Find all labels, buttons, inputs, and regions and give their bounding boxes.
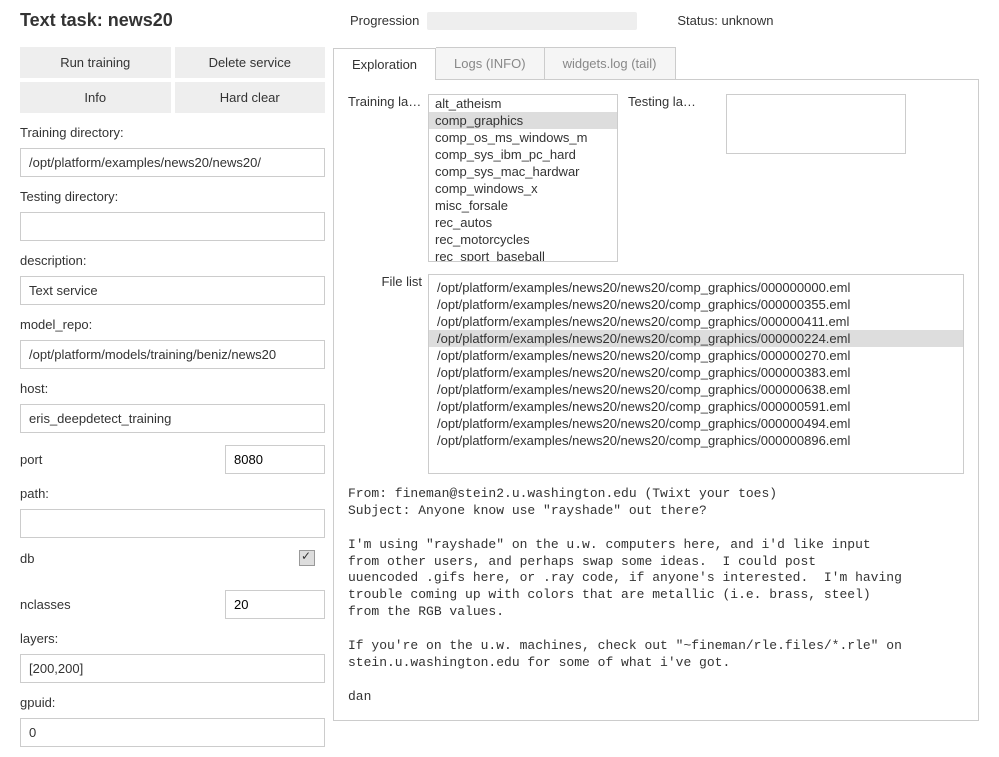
model-repo-input[interactable] [20,340,325,369]
tab-exploration[interactable]: Exploration [333,48,436,80]
training-directory-label: Training directory: [20,125,325,140]
nclasses-input[interactable] [225,590,325,619]
progress-bar [427,12,637,30]
nclasses-label: nclasses [20,597,71,612]
file-list-item[interactable]: /opt/platform/examples/news20/news20/com… [429,313,963,330]
file-list-item[interactable]: /opt/platform/examples/news20/news20/com… [429,296,963,313]
file-list-listbox[interactable]: /opt/platform/examples/news20/news20/com… [428,274,964,474]
model-repo-label: model_repo: [20,317,325,332]
file-list-item[interactable]: /opt/platform/examples/news20/news20/com… [429,279,963,296]
testing-directory-input[interactable] [20,212,325,241]
layers-input[interactable] [20,654,325,683]
training-labels-listbox[interactable]: alt_atheismcomp_graphicscomp_os_ms_windo… [428,94,618,262]
training-label-item[interactable]: comp_sys_mac_hardwar [429,163,617,180]
gpuid-input[interactable] [20,718,325,747]
run-training-button[interactable]: Run training [20,47,171,78]
training-label-item[interactable]: rec_sport_baseball [429,248,617,262]
training-label-item[interactable]: comp_os_ms_windows_m [429,129,617,146]
file-list-item[interactable]: /opt/platform/examples/news20/news20/com… [429,364,963,381]
training-label-item[interactable]: misc_forsale [429,197,617,214]
path-input[interactable] [20,509,325,538]
hard-clear-button[interactable]: Hard clear [175,82,326,113]
file-list-label: File list [348,274,428,474]
description-label: description: [20,253,325,268]
training-label-item[interactable]: comp_windows_x [429,180,617,197]
training-label-item[interactable]: rec_autos [429,214,617,231]
file-list-item[interactable]: /opt/platform/examples/news20/news20/com… [429,330,963,347]
description-input[interactable] [20,276,325,305]
delete-service-button[interactable]: Delete service [175,47,326,78]
status-text: Status: unknown [677,13,773,28]
file-list-item[interactable]: /opt/platform/examples/news20/news20/com… [429,432,963,449]
testing-directory-label: Testing directory: [20,189,325,204]
path-label: path: [20,486,325,501]
gpuid-label: gpuid: [20,695,325,710]
host-label: host: [20,381,325,396]
file-list-item[interactable]: /opt/platform/examples/news20/news20/com… [429,398,963,415]
info-button[interactable]: Info [20,82,171,113]
port-input[interactable] [225,445,325,474]
file-content-preview: From: fineman@stein2.u.washington.edu (T… [348,486,964,706]
port-label: port [20,452,42,467]
db-checkbox[interactable] [299,550,315,566]
file-list-item[interactable]: /opt/platform/examples/news20/news20/com… [429,381,963,398]
training-labels-label: Training la… [348,94,428,262]
tab-logs[interactable]: Logs (INFO) [436,47,545,79]
progression-label: Progression [350,13,419,28]
page-title: Text task: news20 [20,10,350,31]
training-label-item[interactable]: comp_graphics [429,112,617,129]
host-input[interactable] [20,404,325,433]
training-directory-input[interactable] [20,148,325,177]
training-label-item[interactable]: alt_atheism [429,95,617,112]
tab-widgets-log[interactable]: widgets.log (tail) [545,47,676,79]
file-list-item[interactable]: /opt/platform/examples/news20/news20/com… [429,347,963,364]
status-label: Status: [677,13,717,28]
testing-labels-label: Testing labels [628,94,708,262]
testing-labels-listbox[interactable] [726,94,906,154]
db-label: db [20,551,34,566]
training-label-item[interactable]: comp_sys_ibm_pc_hard [429,146,617,163]
file-list-item[interactable]: /opt/platform/examples/news20/news20/com… [429,415,963,432]
training-label-item[interactable]: rec_motorcycles [429,231,617,248]
status-value: unknown [721,13,773,28]
layers-label: layers: [20,631,325,646]
